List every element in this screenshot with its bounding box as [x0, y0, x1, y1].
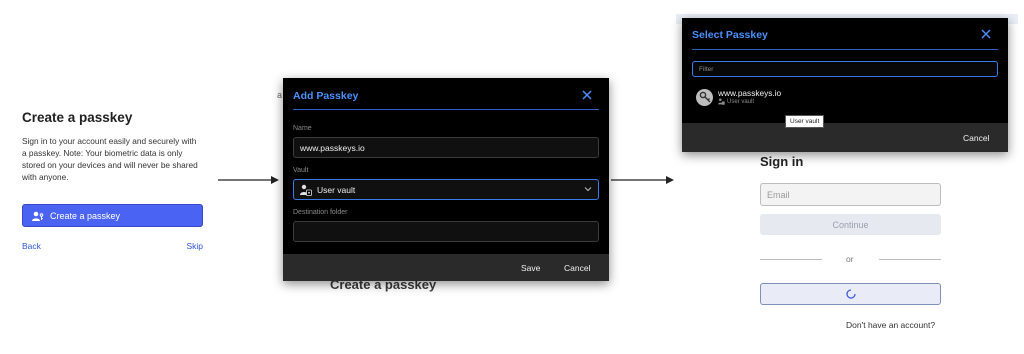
vault-tooltip: User vault	[785, 115, 825, 128]
sign-in-title: Sign in	[760, 154, 804, 169]
dialog-title: Add Passkey	[293, 90, 359, 102]
key-icon	[699, 91, 710, 103]
cancel-button[interactable]: Cancel	[564, 263, 590, 273]
dialog-divider	[692, 49, 998, 50]
filter-input[interactable]: Filter	[692, 61, 998, 77]
destination-folder-field[interactable]	[293, 221, 599, 242]
dialog-footer: Save Cancel	[283, 254, 609, 281]
save-button[interactable]: Save	[521, 263, 540, 273]
or-text: or	[846, 254, 854, 264]
back-link[interactable]: Back	[22, 241, 41, 251]
destination-folder-label: Destination folder	[293, 209, 348, 216]
no-account-link[interactable]: Don't have an account?	[846, 320, 935, 330]
filter-placeholder: Filter	[699, 65, 714, 73]
user-vault-icon	[300, 184, 312, 196]
name-field[interactable]: www.passkeys.io	[293, 137, 599, 158]
divider-right	[879, 259, 941, 260]
close-icon[interactable]	[580, 88, 594, 102]
loading-spinner-icon	[845, 289, 856, 299]
flow-arrow-icon	[611, 176, 674, 184]
flow-arrow-icon	[218, 176, 279, 184]
background-text-fragment: a	[277, 90, 283, 100]
chevron-down-icon	[584, 187, 592, 192]
create-passkey-title: Create a passkey	[22, 110, 133, 125]
vault-label: Vault	[293, 167, 309, 174]
select-passkey-dialog: Select Passkey Filter www.passkeys.io Us…	[682, 18, 1008, 152]
create-passkey-button-label: Create a passkey	[50, 210, 121, 221]
email-input[interactable]: Email	[760, 183, 941, 206]
passkey-signin-button[interactable]	[760, 283, 941, 305]
vault-select-value: User vault	[317, 184, 356, 195]
continue-button-label: Continue	[832, 219, 869, 230]
passkey-item-name: www.passkeys.io	[718, 87, 782, 98]
name-field-value: www.passkeys.io	[300, 142, 365, 153]
create-passkey-panel: Create a passkey Sign in to your account…	[22, 110, 203, 251]
vault-select[interactable]: User vault	[293, 179, 599, 200]
user-key-icon	[32, 211, 44, 221]
skip-link[interactable]: Skip	[186, 241, 203, 251]
close-icon[interactable]	[979, 27, 993, 41]
create-passkey-button[interactable]: Create a passkey	[22, 204, 203, 227]
continue-button[interactable]: Continue	[760, 214, 941, 235]
email-placeholder: Email	[767, 189, 790, 200]
name-label: Name	[293, 125, 312, 132]
dialog-title: Select Passkey	[692, 29, 768, 41]
cancel-button[interactable]: Cancel	[963, 133, 989, 143]
passkey-item-vault: User vault	[727, 98, 755, 105]
passkey-avatar	[696, 88, 713, 106]
dialog-divider	[293, 109, 599, 110]
passkey-list-item[interactable]: www.passkeys.io User vault	[696, 86, 781, 108]
user-vault-icon	[718, 98, 725, 105]
divider-left	[760, 259, 822, 260]
create-passkey-description: Sign in to your account easily and secur…	[22, 136, 198, 182]
dialog-footer: Cancel	[682, 123, 1008, 152]
add-passkey-dialog: Add Passkey Name www.passkeys.io Vault U…	[283, 78, 609, 281]
